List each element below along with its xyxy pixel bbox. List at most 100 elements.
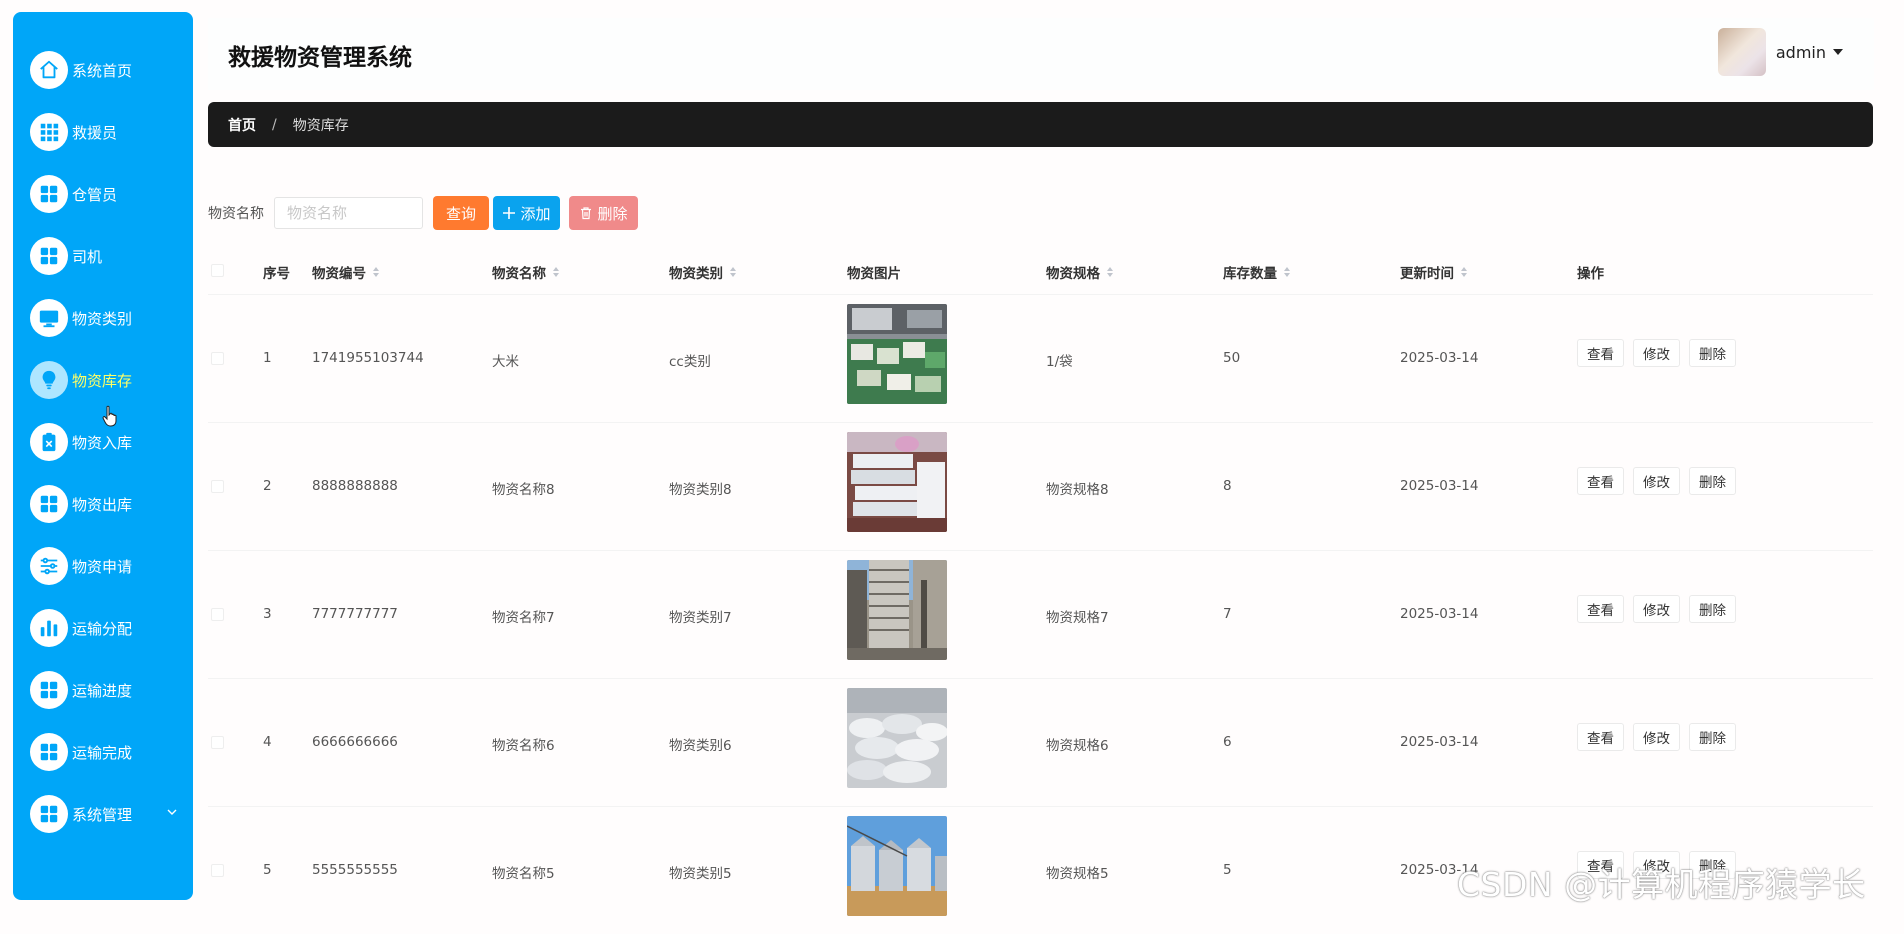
- edit-button[interactable]: 修改: [1633, 595, 1680, 623]
- rice-sacks-photo[interactable]: [847, 304, 947, 404]
- grid-icon: [30, 671, 68, 709]
- sidebar-item-rescuers[interactable]: 救援员: [13, 101, 193, 163]
- delete-button[interactable]: 删除: [1689, 467, 1736, 495]
- sidebar-item-label: 司机: [72, 247, 103, 266]
- sort-icon[interactable]: [372, 266, 380, 278]
- column-image: 物资图片: [847, 266, 901, 282]
- sidebar-item-material-categories[interactable]: 物资类别: [13, 287, 193, 349]
- sidebar-item-transport-complete[interactable]: 运输完成: [13, 721, 193, 783]
- delete-button[interactable]: 删除: [1689, 339, 1736, 367]
- cell-spec: 物资规格8: [1046, 482, 1109, 498]
- username[interactable]: admin: [1776, 43, 1826, 62]
- sort-icon[interactable]: [552, 266, 560, 278]
- white-bags-photo[interactable]: [847, 688, 947, 788]
- cell-code: 6666666666: [312, 734, 398, 750]
- breadcrumb-home[interactable]: 首页: [228, 115, 256, 135]
- row-checkbox[interactable]: [211, 608, 224, 621]
- delete-button[interactable]: 删除: [1689, 723, 1736, 751]
- cell-code: 5555555555: [312, 862, 398, 878]
- grid-icon: [30, 795, 68, 833]
- sidebar-item-home[interactable]: 系统首页: [13, 39, 193, 101]
- sidebar-item-drivers[interactable]: 司机: [13, 225, 193, 287]
- table-row: 2 8888888888 物资名称8 物资类别8 物资规格8 8 2025-03…: [208, 422, 1873, 550]
- view-button[interactable]: 查看: [1577, 467, 1624, 495]
- sort-icon[interactable]: [1283, 266, 1291, 278]
- grid-icon: [30, 113, 68, 151]
- row-checkbox[interactable]: [211, 864, 224, 877]
- cell-updated: 2025-03-14: [1400, 606, 1479, 622]
- column-label: 物资编号: [312, 266, 366, 282]
- chevron-down-icon[interactable]: [167, 807, 177, 817]
- sidebar-item-transport-allocation[interactable]: 运输分配: [13, 597, 193, 659]
- edit-button[interactable]: 修改: [1633, 467, 1680, 495]
- trash-icon: [581, 207, 592, 220]
- query-button[interactable]: 查询: [433, 196, 489, 230]
- grain-silos-photo[interactable]: [847, 816, 947, 916]
- row-checkbox[interactable]: [211, 480, 224, 493]
- sidebar-item-label: 物资类别: [72, 309, 133, 328]
- caret-down-icon[interactable]: [1832, 46, 1844, 58]
- cell-stock: 5: [1223, 862, 1232, 878]
- user-menu[interactable]: admin: [1717, 28, 1844, 76]
- sidebar-item-label: 物资入库: [72, 433, 133, 452]
- cell-name: 物资名称7: [492, 610, 555, 626]
- column-label: 更新时间: [1400, 266, 1454, 282]
- cell-category: 物资类别6: [669, 738, 732, 754]
- sidebar-item-material-requests[interactable]: 物资申请: [13, 535, 193, 597]
- top-header: 救援物资管理系统 admin: [208, 18, 1874, 90]
- row-checkbox[interactable]: [211, 736, 224, 749]
- column-stock[interactable]: 库存数量: [1223, 262, 1291, 282]
- warehouse-racks-photo[interactable]: [847, 560, 947, 660]
- view-button[interactable]: 查看: [1577, 339, 1624, 367]
- sidebar-item-label: 运输进度: [72, 681, 133, 700]
- column-label: 物资类别: [669, 266, 723, 282]
- plus-icon: [503, 207, 516, 219]
- column-code[interactable]: 物资编号: [312, 262, 380, 282]
- cell-index: 2: [263, 478, 272, 494]
- column-category[interactable]: 物资类别: [669, 262, 737, 282]
- query-button-label: 查询: [445, 204, 476, 223]
- grid-icon: [30, 175, 68, 213]
- cell-index: 1: [263, 350, 272, 366]
- avatar[interactable]: [1717, 28, 1766, 76]
- row-checkbox[interactable]: [211, 352, 224, 365]
- sidebar-item-material-outbound[interactable]: 物资出库: [13, 473, 193, 535]
- cell-index: 4: [263, 734, 272, 750]
- column-updated[interactable]: 更新时间: [1400, 262, 1468, 282]
- cell-category: 物资类别5: [669, 866, 732, 882]
- grid-icon: [30, 733, 68, 771]
- delete-button[interactable]: 删除: [1689, 595, 1736, 623]
- cell-spec: 物资规格7: [1046, 610, 1109, 626]
- sidebar-item-material-stock[interactable]: 物资库存: [13, 349, 193, 411]
- stacked-boxes-photo[interactable]: [847, 432, 947, 532]
- sort-icon[interactable]: [729, 266, 737, 278]
- edit-button[interactable]: 修改: [1633, 339, 1680, 367]
- select-all-checkbox[interactable]: [211, 264, 224, 277]
- view-button[interactable]: 查看: [1577, 595, 1624, 623]
- view-button[interactable]: 查看: [1577, 723, 1624, 751]
- bar-chart-icon: [30, 609, 68, 647]
- sidebar-item-label: 物资库存: [72, 371, 133, 390]
- batch-delete-button[interactable]: 删除: [569, 196, 638, 230]
- monitor-icon: [30, 299, 68, 337]
- sidebar-item-label: 物资申请: [72, 557, 133, 576]
- column-spec[interactable]: 物资规格: [1046, 262, 1114, 282]
- cell-spec: 物资规格5: [1046, 866, 1109, 882]
- sort-icon[interactable]: [1106, 266, 1114, 278]
- cell-stock: 6: [1223, 734, 1232, 750]
- cell-updated: 2025-03-14: [1400, 734, 1479, 750]
- table-row: 1 1741955103744 大米 cc类别 1/袋 50 2025-03-1…: [208, 294, 1873, 422]
- add-button[interactable]: 添加: [493, 196, 560, 230]
- sidebar-item-warehouse-keepers[interactable]: 仓管员: [13, 163, 193, 225]
- column-index: 序号: [263, 266, 290, 282]
- edit-button[interactable]: 修改: [1633, 723, 1680, 751]
- sidebar-item-transport-progress[interactable]: 运输进度: [13, 659, 193, 721]
- cell-category: 物资类别8: [669, 482, 732, 498]
- sidebar-item-system-management[interactable]: 系统管理: [13, 783, 193, 845]
- search-input[interactable]: [274, 197, 423, 229]
- sort-icon[interactable]: [1460, 266, 1468, 278]
- sidebar-item-label: 仓管员: [72, 185, 118, 204]
- sidebar-menu: 系统首页 救援员 仓管员 司机 物资类别 物资库存 物资入库 物资出库 物资申请…: [13, 12, 193, 900]
- cell-spec: 1/袋: [1046, 354, 1073, 370]
- column-name[interactable]: 物资名称: [492, 262, 560, 282]
